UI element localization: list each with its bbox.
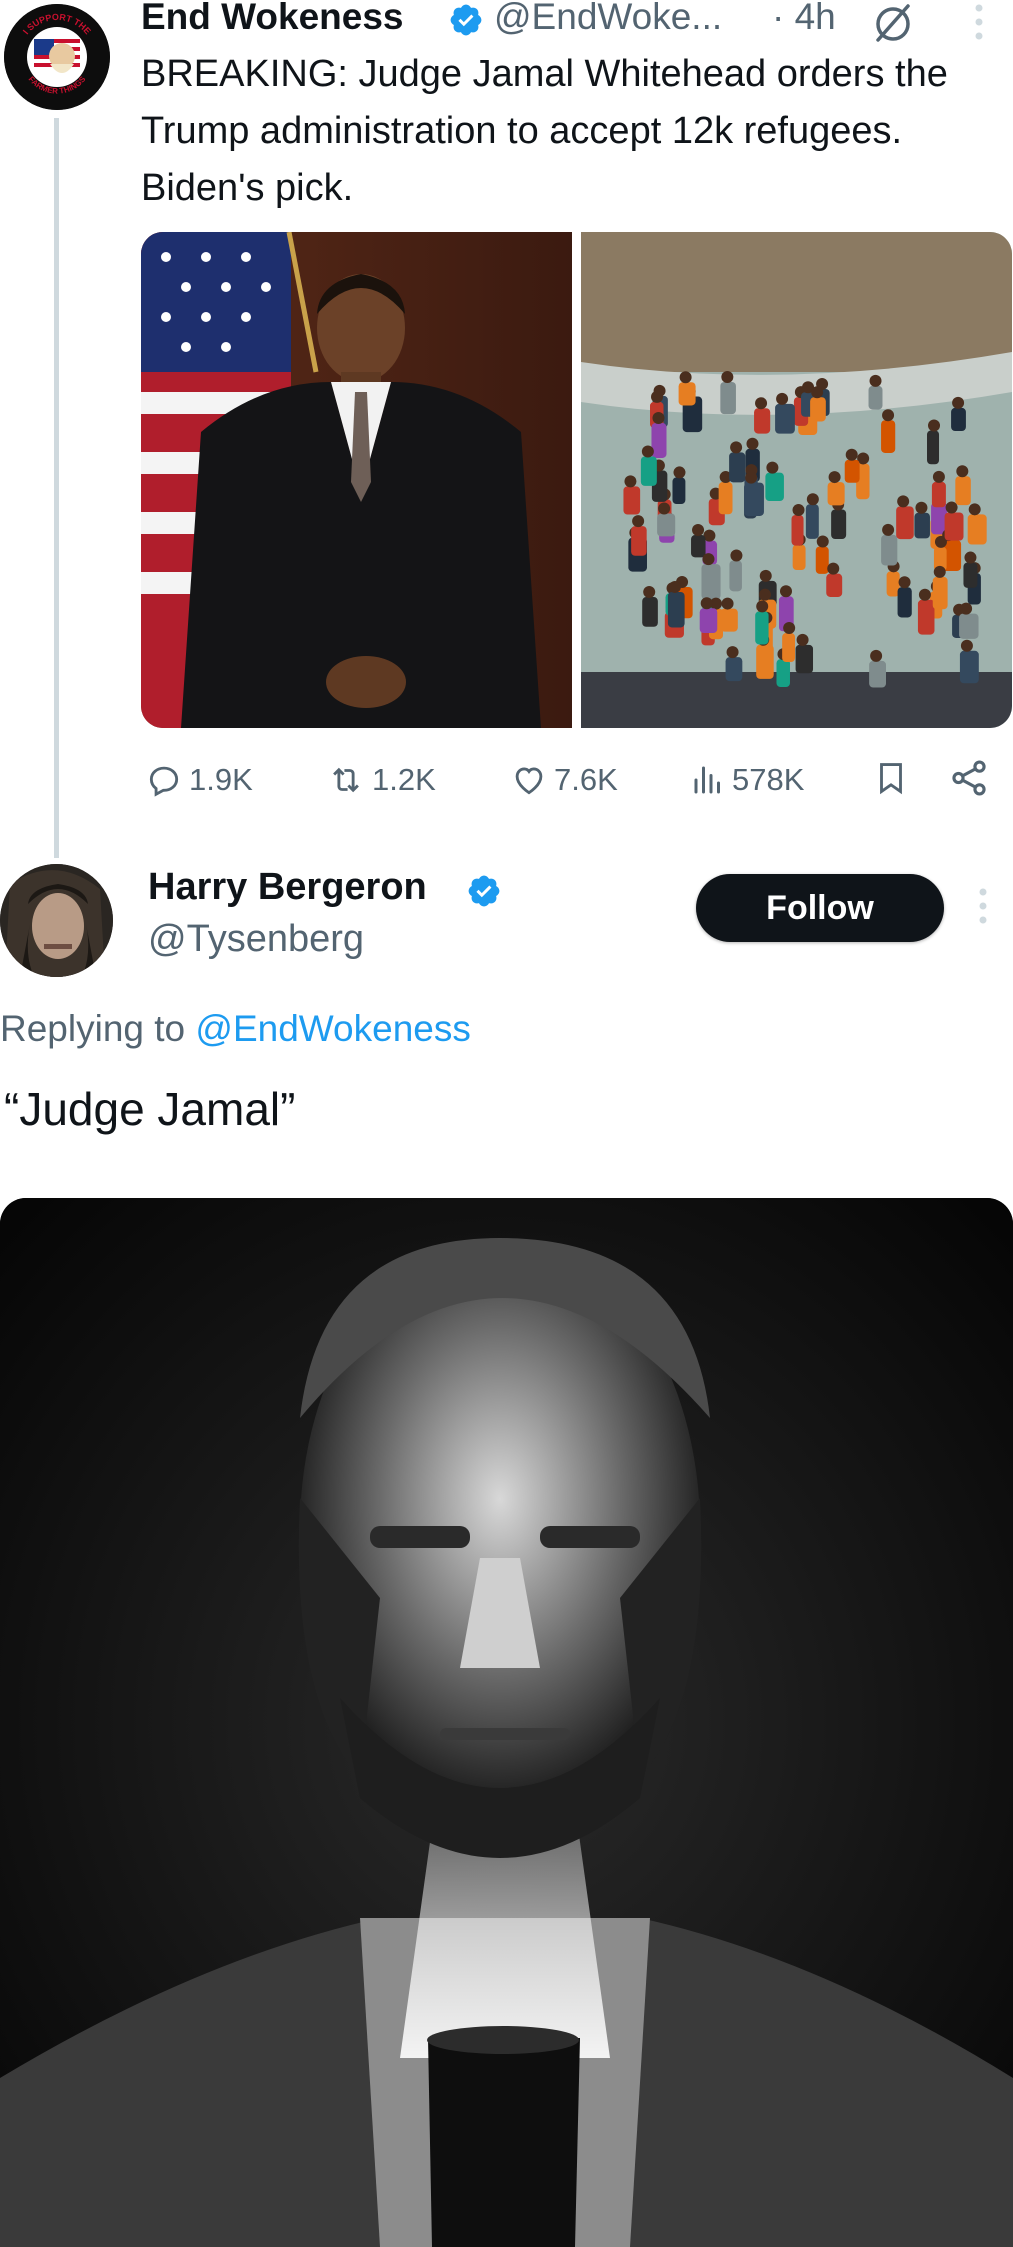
reply-avatar[interactable] (0, 864, 113, 977)
like-count: 7.6K (554, 762, 618, 797)
judge-photo[interactable] (141, 232, 572, 728)
more-icon[interactable] (972, 2, 986, 47)
bookmark-icon[interactable] (872, 757, 910, 804)
reply-author-handle[interactable]: @Tysenberg (148, 918, 364, 961)
reply-icon (149, 766, 179, 797)
crowd-photo[interactable] (581, 232, 1012, 728)
share-icon[interactable] (948, 757, 990, 804)
more-icon[interactable] (976, 886, 990, 931)
meme-image[interactable] (0, 1198, 1013, 2247)
tweet-time[interactable]: · 4h (772, 0, 836, 38)
views-icon (694, 766, 720, 794)
like-icon (515, 767, 543, 795)
tweet-text: BREAKING: Judge Jamal Whitehead orders t… (141, 53, 948, 209)
author-name[interactable]: End Wokeness (141, 0, 404, 38)
retweet-count: 1.2K (372, 762, 436, 797)
like-button[interactable]: 7.6K (510, 755, 618, 805)
grok-icon[interactable] (870, 0, 916, 51)
retweet-icon (333, 767, 359, 793)
replying-to-handle-link[interactable]: @EndWokeness (195, 1008, 470, 1049)
replying-to: Replying to @EndWokeness (0, 1008, 471, 1050)
thread-line (54, 118, 59, 858)
patriot-logo-icon: I SUPPORT THE FARMER THINGS (4, 4, 110, 110)
retweet-button[interactable]: 1.2K (326, 755, 436, 805)
reply-count: 1.9K (189, 762, 253, 797)
parent-avatar[interactable]: I SUPPORT THE FARMER THINGS (4, 4, 110, 110)
author-handle[interactable]: @EndWoke... (494, 0, 722, 38)
reply-text: “Judge Jamal” (4, 1083, 296, 1135)
verified-badge-icon (448, 2, 484, 43)
reply-author-name[interactable]: Harry Bergeron (148, 866, 427, 909)
follow-button[interactable]: Follow (696, 874, 944, 942)
views-count: 578K (732, 762, 805, 797)
views-button[interactable]: 578K (690, 755, 804, 805)
verified-badge-icon (466, 873, 502, 914)
reply-button[interactable]: 1.9K (145, 755, 253, 805)
replying-to-label: Replying to (0, 1008, 196, 1049)
